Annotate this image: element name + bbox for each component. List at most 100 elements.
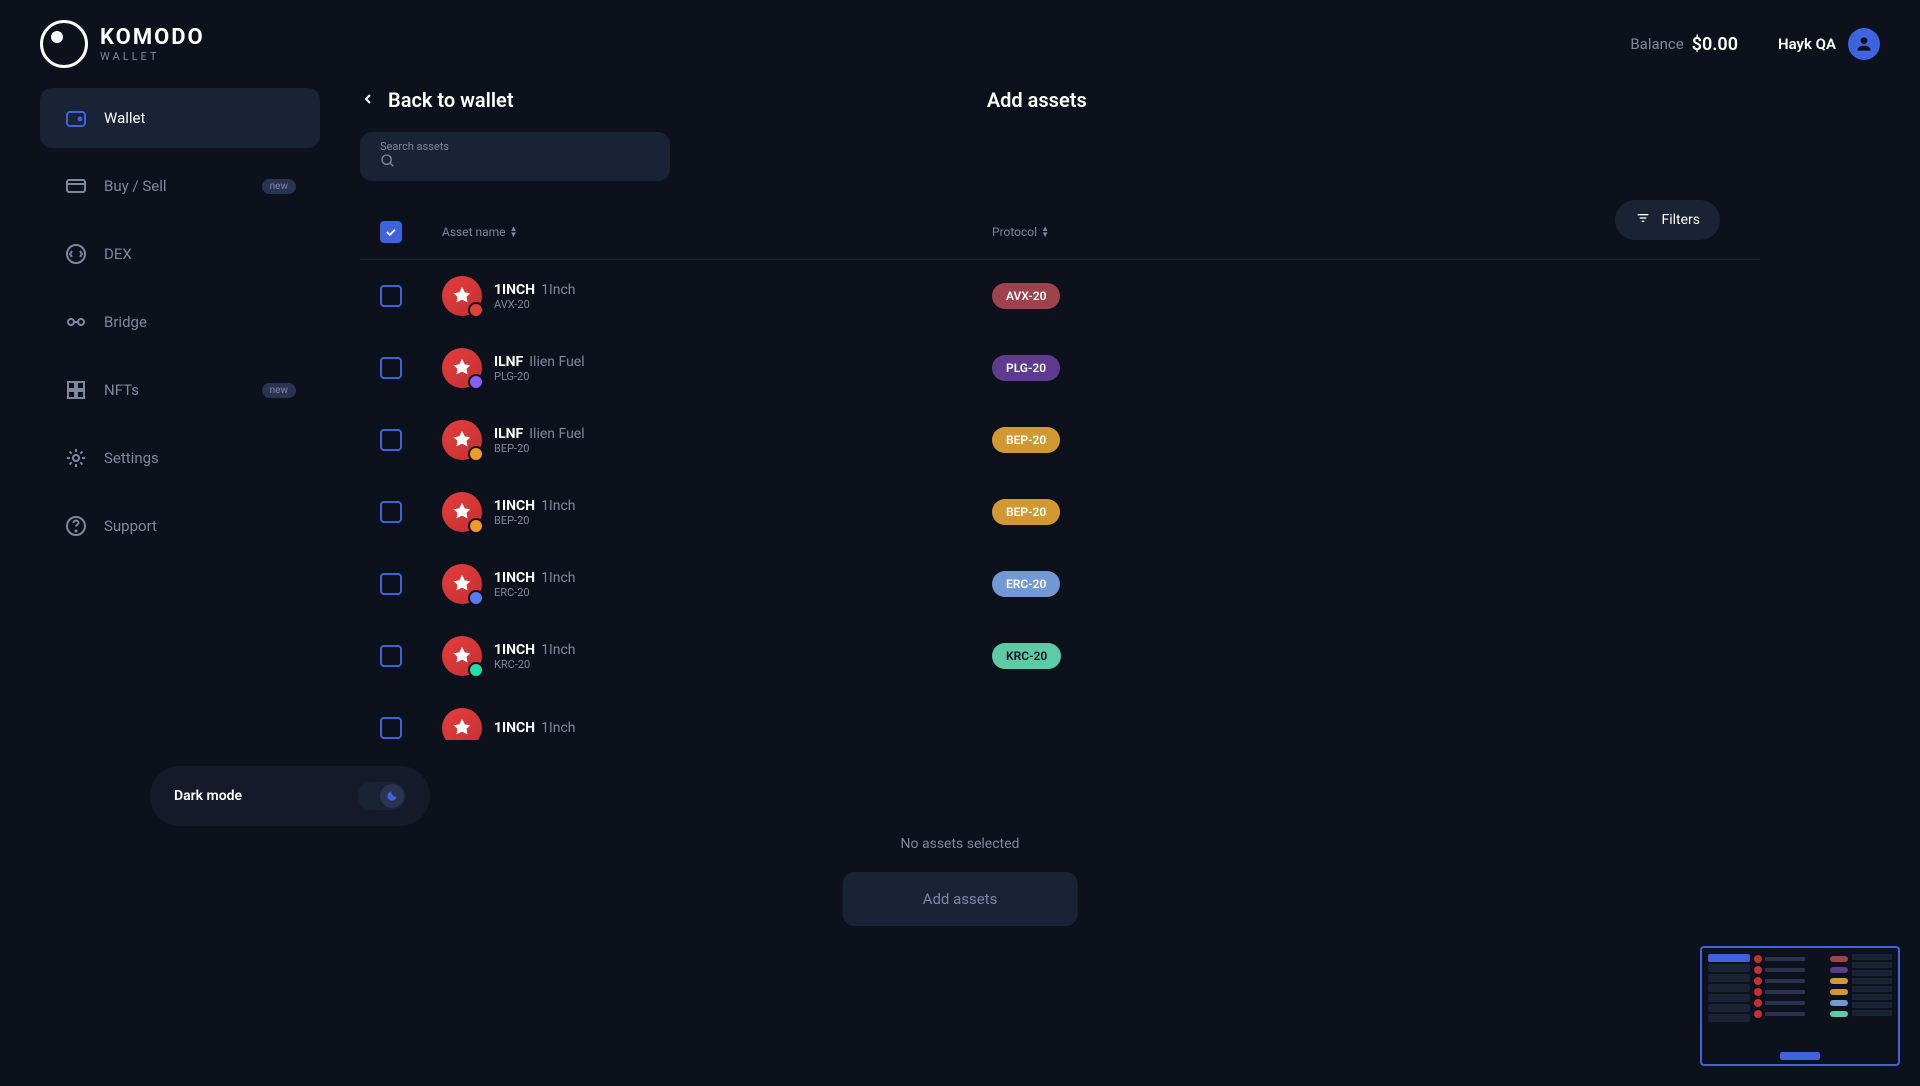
user-name: Hayk QA <box>1778 35 1836 53</box>
asset-symbol: ILNF <box>494 354 523 370</box>
protocol-badge: ERC-20 <box>992 571 1060 597</box>
protocol-badge: KRC-20 <box>992 643 1061 669</box>
col-asset-name[interactable]: Asset name ▲▼ <box>442 225 992 239</box>
asset-subprotocol: AVX-20 <box>494 298 576 311</box>
moon-icon <box>380 784 404 808</box>
col-protocol-label: Protocol <box>992 225 1037 239</box>
asset-symbol: 1INCH <box>494 498 535 514</box>
filters-label: Filters <box>1661 212 1700 228</box>
user-avatar[interactable] <box>1848 28 1880 60</box>
asset-checkbox[interactable] <box>380 429 402 451</box>
asset-fullname: 1Inch <box>541 498 575 514</box>
asset-row[interactable]: ILNF Ilien Fuel PLG-20 PLG-20 <box>360 332 1760 404</box>
asset-icon <box>442 636 482 676</box>
protocol-badge-icon <box>468 590 484 606</box>
no-assets-text: No assets selected <box>843 836 1078 852</box>
check-icon <box>384 225 398 239</box>
protocol-badge-icon <box>468 662 484 678</box>
logo-text-sub: WALLET <box>100 50 205 63</box>
protocol-badge: BEP-20 <box>992 499 1060 525</box>
nav-bridge[interactable]: Bridge <box>40 292 320 352</box>
back-button[interactable]: Back to wallet <box>360 88 514 112</box>
filter-icon <box>1635 210 1651 230</box>
search-icon <box>380 153 396 173</box>
nav-settings[interactable]: Settings <box>40 428 320 488</box>
minimap[interactable] <box>1700 946 1900 1066</box>
protocol-badge-icon <box>468 518 484 534</box>
logo-icon <box>40 20 88 68</box>
nav-buy-sell[interactable]: Buy / Sell new <box>40 156 320 216</box>
asset-fullname: 1Inch <box>541 642 575 658</box>
user-icon <box>1854 34 1874 54</box>
col-asset-label: Asset name <box>442 225 506 239</box>
asset-row[interactable]: ILNF Ilien Fuel BEP-20 BEP-20 <box>360 404 1760 476</box>
asset-checkbox[interactable] <box>380 645 402 667</box>
nav-wallet[interactable]: Wallet <box>40 88 320 148</box>
asset-icon <box>442 276 482 316</box>
nav-badge: new <box>262 179 296 194</box>
filters-button[interactable]: Filters <box>1615 200 1720 240</box>
protocol-badge: PLG-20 <box>992 355 1060 381</box>
asset-symbol: 1INCH <box>494 720 535 736</box>
asset-row[interactable]: 1INCH 1Inch BEP-20 BEP-20 <box>360 476 1760 548</box>
nav-label: Settings <box>104 449 159 467</box>
grid-icon <box>64 378 88 402</box>
asset-fullname: Ilien Fuel <box>529 354 584 370</box>
asset-row[interactable]: 1INCH 1Inch AVX-20 AVX-20 <box>360 260 1760 332</box>
asset-icon <box>442 348 482 388</box>
nav-label: NFTs <box>104 381 139 399</box>
asset-checkbox[interactable] <box>380 285 402 307</box>
asset-icon <box>442 492 482 532</box>
protocol-badge-icon <box>468 374 484 390</box>
search-input[interactable] <box>408 155 650 171</box>
asset-subprotocol: PLG-20 <box>494 370 585 383</box>
nav-label: DEX <box>104 245 132 263</box>
search-label: Search assets <box>380 140 650 153</box>
nav-label: Wallet <box>104 109 145 127</box>
protocol-badge-icon <box>468 446 484 462</box>
bridge-icon <box>64 310 88 334</box>
logo[interactable]: KOMODO WALLET <box>40 20 205 68</box>
nav-label: Bridge <box>104 313 147 331</box>
nav-support[interactable]: Support <box>40 496 320 556</box>
asset-row[interactable]: 1INCH 1Inch KRC-20 KRC-20 <box>360 620 1760 692</box>
asset-checkbox[interactable] <box>380 357 402 379</box>
asset-subprotocol: KRC-20 <box>494 658 576 671</box>
asset-icon <box>442 420 482 460</box>
asset-icon <box>442 708 482 740</box>
asset-symbol: ILNF <box>494 426 523 442</box>
sort-icon: ▲▼ <box>510 226 518 238</box>
balance-label: Balance <box>1630 35 1683 53</box>
dark-mode-toggle[interactable]: Dark mode <box>150 766 430 826</box>
swap-icon <box>64 242 88 266</box>
nav-label: Buy / Sell <box>104 177 167 195</box>
wallet-icon <box>64 106 88 130</box>
nav-nfts[interactable]: NFTs new <box>40 360 320 420</box>
gear-icon <box>64 446 88 470</box>
balance-value: $0.00 <box>1692 34 1738 55</box>
asset-subprotocol: BEP-20 <box>494 442 585 455</box>
logo-text-main: KOMODO <box>100 25 205 50</box>
asset-symbol: 1INCH <box>494 642 535 658</box>
asset-list[interactable]: 1INCH 1Inch AVX-20 AVX-20 ILNF Ilien Fue… <box>360 260 1760 740</box>
nav-badge: new <box>262 383 296 398</box>
asset-checkbox[interactable] <box>380 573 402 595</box>
sort-icon: ▲▼ <box>1041 226 1049 238</box>
help-icon <box>64 514 88 538</box>
asset-checkbox[interactable] <box>380 717 402 739</box>
asset-row[interactable]: 1INCH 1Inch ERC-20 ERC-20 <box>360 548 1760 620</box>
asset-fullname: 1Inch <box>541 570 575 586</box>
protocol-badge: BEP-20 <box>992 427 1060 453</box>
nav-dex[interactable]: DEX <box>40 224 320 284</box>
toggle-switch[interactable] <box>358 782 406 810</box>
chevron-left-icon <box>360 88 376 112</box>
search-container[interactable]: Search assets <box>360 132 670 181</box>
asset-row[interactable]: 1INCH 1Inch <box>360 692 1760 740</box>
select-all-checkbox[interactable] <box>380 221 402 243</box>
asset-checkbox[interactable] <box>380 501 402 523</box>
protocol-badge: AVX-20 <box>992 283 1060 309</box>
asset-fullname: 1Inch <box>541 720 575 736</box>
asset-symbol: 1INCH <box>494 282 535 298</box>
add-assets-button[interactable]: Add assets <box>843 872 1078 926</box>
protocol-badge-icon <box>468 302 484 318</box>
